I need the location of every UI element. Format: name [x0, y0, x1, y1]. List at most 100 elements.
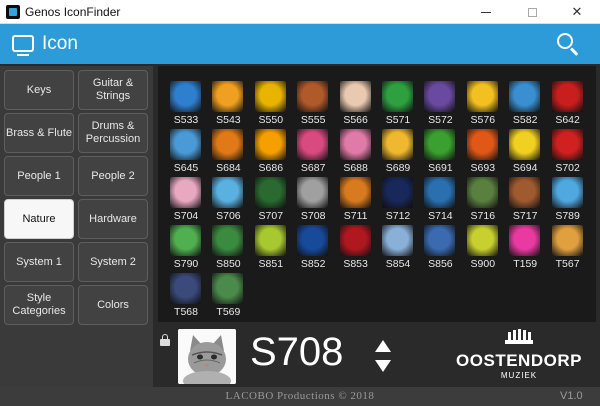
lock-icon[interactable] [160, 334, 170, 346]
minimize-button[interactable] [463, 0, 509, 24]
icon-thumbnail [170, 177, 201, 208]
icon-code-label: S543 [216, 114, 241, 126]
icon-code-label: S572 [428, 114, 453, 126]
icon-tile[interactable]: S687 [292, 128, 334, 174]
icon-tile[interactable]: T569 [207, 272, 249, 318]
icon-tile[interactable]: S853 [335, 224, 377, 270]
icon-thumbnail [466, 225, 498, 256]
icon-tile[interactable]: T567 [547, 224, 589, 270]
icon-tile[interactable]: S555 [292, 80, 334, 126]
icon-code-label: S688 [343, 162, 368, 174]
footer-version: V1.0 [560, 390, 583, 402]
icon-code-label: S550 [258, 114, 284, 126]
icon-thumbnail [424, 129, 456, 160]
icon-tile[interactable]: S533 [165, 80, 207, 126]
icon-tile[interactable]: S686 [250, 128, 292, 174]
icon-tile[interactable]: S704 [165, 176, 207, 222]
icon-tile[interactable]: S850 [207, 224, 249, 270]
icon-thumbnail [382, 225, 413, 256]
icon-tile[interactable]: S789 [547, 176, 589, 222]
category-button[interactable]: Brass & Flute [4, 113, 74, 153]
icon-tile[interactable]: S684 [207, 128, 249, 174]
icon-code-label: S854 [385, 258, 411, 270]
icon-tile[interactable]: T568 [165, 272, 207, 318]
previous-icon-arrow[interactable] [375, 360, 391, 372]
icon-tile[interactable]: S543 [207, 80, 249, 126]
preview-area: S708 OOSTENDORP MUZIEK [158, 326, 596, 386]
category-button[interactable]: People 2 [78, 156, 148, 196]
icon-tile[interactable]: S712 [377, 176, 419, 222]
icon-tile[interactable]: S714 [419, 176, 461, 222]
icon-code-label: S642 [555, 114, 580, 126]
icon-code-label: S571 [385, 114, 411, 126]
icon-tile[interactable]: S550 [250, 80, 292, 126]
icon-tile[interactable]: S702 [547, 128, 589, 174]
icon-thumbnail [170, 273, 201, 304]
icon-tile[interactable]: S706 [207, 176, 249, 222]
header-title: Icon [42, 33, 78, 54]
icon-thumbnail [424, 225, 456, 256]
icon-tile[interactable]: S717 [504, 176, 546, 222]
search-icon[interactable] [556, 32, 580, 56]
category-button[interactable]: System 2 [78, 242, 148, 282]
icon-code-label: S717 [512, 210, 538, 222]
category-button[interactable]: Keys [4, 70, 74, 110]
icon-code-label: T159 [513, 258, 538, 270]
icon-tile[interactable]: S691 [419, 128, 461, 174]
icon-tile[interactable]: S688 [335, 128, 377, 174]
category-button[interactable]: Colors [78, 285, 148, 325]
category-button[interactable]: People 1 [4, 156, 74, 196]
icon-tile[interactable]: S852 [292, 224, 334, 270]
maximize-button[interactable] [509, 0, 555, 24]
icon-thumbnail [382, 177, 413, 208]
icon-thumbnail [212, 129, 244, 160]
icon-tile[interactable]: S693 [462, 128, 504, 174]
icon-thumbnail [297, 177, 329, 208]
icon-tile[interactable]: S856 [419, 224, 461, 270]
icon-tile[interactable]: S708 [292, 176, 334, 222]
icon-thumbnail [212, 81, 244, 112]
icon-tile[interactable]: S790 [165, 224, 207, 270]
icon-code-label: S689 [385, 162, 411, 174]
icon-code-label: S714 [428, 210, 453, 222]
icon-grid: S533 S543 S550 S555 S566 S571 S572 S576 S582 S642… [158, 66, 596, 322]
icon-thumbnail [509, 225, 541, 256]
crown-icon [505, 329, 533, 344]
icon-code-label: S850 [216, 258, 241, 270]
oostendorp-logo: OOSTENDORP MUZIEK [444, 326, 594, 386]
icon-tile[interactable]: S711 [335, 176, 377, 222]
category-button[interactable]: Drums & Percussion [78, 113, 148, 153]
icon-thumbnail [382, 129, 413, 160]
icon-tile[interactable]: S572 [419, 80, 461, 126]
window-titlebar: Genos IconFinder ✕ [0, 0, 600, 24]
icon-tile[interactable]: S694 [504, 128, 546, 174]
icon-code-label: S853 [343, 258, 368, 270]
icon-tile[interactable]: S642 [547, 80, 589, 126]
icon-tile[interactable]: S576 [462, 80, 504, 126]
close-button[interactable]: ✕ [554, 0, 600, 24]
icon-tile[interactable]: S851 [250, 224, 292, 270]
icon-tile[interactable]: S707 [250, 176, 292, 222]
icon-tile[interactable]: S689 [377, 128, 419, 174]
icon-tile[interactable]: S566 [335, 80, 377, 126]
category-button[interactable]: Nature [4, 199, 74, 239]
icon-tile[interactable]: S582 [504, 80, 546, 126]
icon-tile[interactable]: S900 [462, 224, 504, 270]
icon-tile[interactable]: S571 [377, 80, 419, 126]
icon-tile[interactable]: T159 [504, 224, 546, 270]
icon-tile[interactable]: S645 [165, 128, 207, 174]
category-button[interactable]: Style Categories [4, 285, 74, 325]
icon-thumbnail [339, 177, 371, 208]
category-button[interactable]: Guitar & Strings [78, 70, 148, 110]
icon-tile[interactable]: S716 [462, 176, 504, 222]
next-icon-arrow[interactable] [375, 340, 391, 352]
icon-thumbnail [466, 81, 498, 112]
category-button[interactable]: Hardware [78, 199, 148, 239]
icon-thumbnail [212, 273, 244, 304]
icon-thumbnail [254, 225, 286, 256]
icon-thumbnail [509, 129, 541, 160]
category-button[interactable]: System 1 [4, 242, 74, 282]
icon-thumbnail [170, 81, 201, 112]
icon-tile[interactable]: S854 [377, 224, 419, 270]
icon-thumbnail [551, 81, 583, 112]
